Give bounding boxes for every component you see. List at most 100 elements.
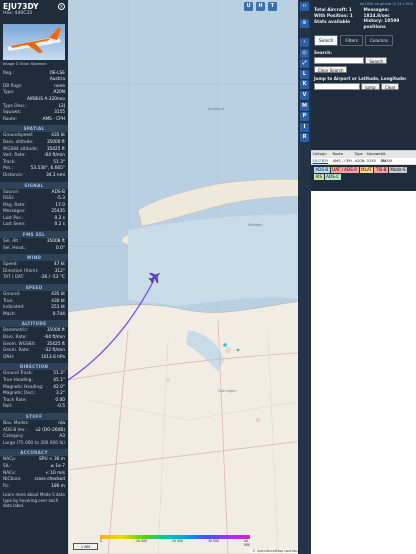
table-header-cell[interactable]: Alt. (ft) xyxy=(379,151,393,163)
layers-icon[interactable]: ◎ xyxy=(300,48,309,58)
aircraft-list-panel: tar1090 on github (3.14.1700) Total Airc… xyxy=(311,0,416,554)
footer-note: Learn more about Mode S data type by hov… xyxy=(3,492,65,509)
jump-button[interactable]: Jump xyxy=(361,83,380,90)
tab-filters[interactable]: Filters xyxy=(340,35,363,46)
table-header-cell[interactable]: Type xyxy=(353,151,365,158)
version-link[interactable]: tar1090 on github (3.14.1700) xyxy=(314,2,413,6)
info-value: 251 kt xyxy=(51,305,65,311)
info-label: Large (75 000 to 300 000 lb) xyxy=(3,440,65,446)
aircraft-callsign: EJU73DY xyxy=(3,2,39,11)
info-value: 25435 xyxy=(51,209,65,215)
toolbar-letter-buttons: LKVMPIR xyxy=(298,69,311,143)
info-label: Barometric: xyxy=(3,328,29,334)
collapse-icon[interactable]: ‹ xyxy=(300,38,309,47)
info-label: Sel. Head.: xyxy=(3,245,27,251)
aircraft-photo[interactable] xyxy=(3,24,65,60)
info-row: Indicated: 251 kt xyxy=(0,305,68,312)
section-title-accuracy: ACCURACY xyxy=(0,449,68,457)
info-label: Type: xyxy=(3,90,15,96)
collapse-panel-icon[interactable]: ‹› xyxy=(300,2,309,11)
source-chip: ADS-C xyxy=(324,174,341,180)
jump-input[interactable] xyxy=(314,83,360,90)
info-row: Squawk: 3155 xyxy=(0,110,68,117)
map-canvas[interactable]: Ameland Wadden Groningen xyxy=(68,0,310,554)
source-chip: Mode-S xyxy=(388,167,408,173)
section-title-fms-sel: FMS SEL xyxy=(0,231,68,239)
table-header-cell[interactable]: Callsign xyxy=(311,151,331,158)
info-label: QNH: xyxy=(3,354,15,360)
settings-icon[interactable]: ⚙ xyxy=(300,19,309,28)
info-label: Mach: xyxy=(3,311,16,317)
source-chip: UAT / ADS-R xyxy=(330,167,359,173)
fullscreen-icon[interactable]: ⤢ xyxy=(300,59,309,69)
info-label: Reg.: xyxy=(3,70,14,76)
info-label: Route: xyxy=(3,116,17,122)
table-cell: EJU73DY xyxy=(312,159,329,163)
info-value: 47 kt xyxy=(53,262,65,268)
search-button[interactable]: Search xyxy=(365,57,388,64)
info-row: SIL: ≤ 1e-7 xyxy=(0,464,68,471)
tab-search[interactable]: Search xyxy=(314,35,339,46)
aircraft-sections: SPATIAL Groundspeed: 435 kt Baro. altitude:… xyxy=(0,125,68,490)
info-label: Magnetic Decl.: xyxy=(3,391,37,397)
info-value: AIRBUS A-320neo xyxy=(27,96,65,102)
toolbar-button-i[interactable]: I xyxy=(300,122,309,132)
info-row: Category: A3 xyxy=(0,434,68,441)
altitude-legend: 0 10 000 20 000 30 000 40 000 xyxy=(100,535,250,547)
info-label: Nav. Modes: xyxy=(3,420,30,426)
info-value: 1013.6 hPa xyxy=(40,354,65,360)
tab-columns[interactable]: Columns xyxy=(364,35,394,46)
info-label: TAT / OAT: xyxy=(3,275,25,281)
toolbar-button-m[interactable]: M xyxy=(300,101,309,111)
info-value: 35000 ft xyxy=(46,328,65,334)
info-label: Ground Track: xyxy=(3,371,33,377)
info-row: Distance: 34.3 nmi xyxy=(0,173,68,180)
sea-label-2: Wadden xyxy=(248,223,263,227)
map-button-t[interactable]: T xyxy=(268,2,277,11)
info-value: A20N xyxy=(53,90,65,96)
clear-button[interactable]: Clear xyxy=(380,83,400,90)
map-button-u[interactable]: U xyxy=(244,2,253,11)
section-title-speed: SPEED xyxy=(0,284,68,292)
info-row: Nav. Modes: n/a xyxy=(0,421,68,428)
close-icon[interactable]: × xyxy=(58,3,65,10)
section-title-altitude: ALTITUDE xyxy=(0,320,68,328)
info-label: Pos.: xyxy=(3,166,14,172)
clear-search-button[interactable]: Clear Search xyxy=(314,66,348,73)
map-button-h[interactable]: H xyxy=(256,2,265,11)
info-row: True Heading: 45.1° xyxy=(0,378,68,385)
info-value: 3.2° xyxy=(56,391,65,397)
info-label: NACp: xyxy=(3,457,17,463)
info-row: Sel. Head.: 0.0° xyxy=(0,246,68,253)
toolbar-button-k[interactable]: K xyxy=(300,80,309,90)
toolbar-button-p[interactable]: P xyxy=(300,112,309,122)
info-value: -64 ft/min xyxy=(43,335,65,340)
table-header-cell[interactable]: Route xyxy=(331,151,353,158)
info-value: 53.530°, 6.665° xyxy=(30,166,65,172)
info-value: AMS - CPH xyxy=(42,116,65,122)
info-row: Ground: 435 kt xyxy=(0,292,68,299)
toolbar-button-l[interactable]: L xyxy=(300,69,309,79)
map-view[interactable]: Ameland Wadden Groningen U H T 0 10 000 20… xyxy=(68,0,310,554)
section-title-direction: DIRECTION xyxy=(0,363,68,371)
info-value: 51.3° xyxy=(53,371,65,377)
info-value: 186 m xyxy=(51,483,65,489)
panel-header: tar1090 on github (3.14.1700) Total Airc… xyxy=(311,0,416,150)
info-row: Ground Track: 51.3° xyxy=(0,371,68,378)
map-toolbar: ‹› ⚙ ‹ ◎ ⤢ LKVMPIR xyxy=(298,0,311,554)
aircraft-table: Callsign Route Type Squawk Alt. (ft) EJU73DY… xyxy=(311,150,416,165)
aircraft-info-panel: EJU73DY Hex: 440C33 × Image © Brian Stoe… xyxy=(0,0,68,554)
search-input[interactable] xyxy=(314,57,364,64)
toolbar-button-v[interactable]: V xyxy=(300,90,309,100)
info-value: 45.1° xyxy=(53,377,65,383)
info-row: Magnetic Decl.: 3.2° xyxy=(0,391,68,398)
table-header-cell[interactable]: Squawk xyxy=(365,151,381,158)
info-row: Messages: 25435 xyxy=(0,209,68,216)
table-row[interactable]: EJU73DY AMS - CPH A20N 3155 35000 xyxy=(311,158,416,165)
info-row: Rc: 186 m xyxy=(0,484,68,491)
info-label: True Heading: xyxy=(3,377,33,383)
toolbar-button-r[interactable]: R xyxy=(300,133,309,143)
info-value: n/a xyxy=(58,420,65,426)
city-label: Groningen xyxy=(218,389,237,393)
stats-available-link[interactable]: Stats available xyxy=(314,20,362,26)
